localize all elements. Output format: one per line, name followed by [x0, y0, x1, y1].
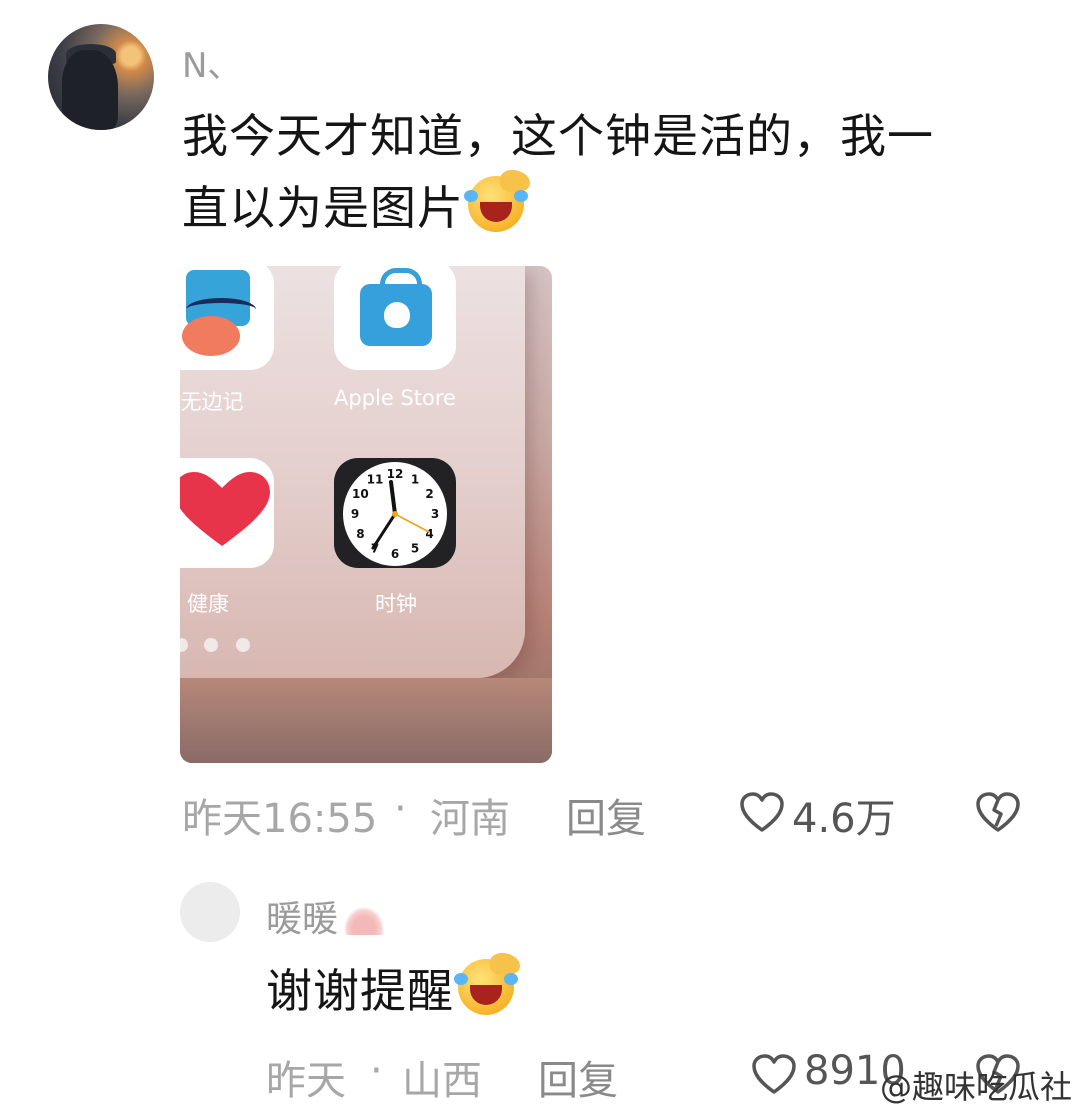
app-label-apple-store: Apple Store: [334, 386, 456, 410]
clock-numeral: 12: [387, 467, 404, 481]
comment-text-line-2: 直以为是图片: [182, 170, 1042, 244]
comment-time: 昨天16:55: [182, 796, 378, 842]
comment-text-line-2-words: 直以为是图片: [182, 181, 464, 235]
apple-store-app-icon: [334, 266, 456, 370]
reply-text-wrapper: 谢谢提醒: [266, 953, 520, 1027]
clock-numeral: 11: [367, 472, 384, 486]
user-avatar[interactable]: [48, 24, 154, 130]
clock-numeral: 9: [351, 507, 359, 521]
clock-numeral: 4: [425, 527, 433, 541]
home-screen-panel: 无边记 Apple Store 健康 12 1 2 3 4 5 6 7 8 9 10 11 时钟: [180, 266, 525, 678]
clock-app-icon: 12 1 2 3 4 5 6 7 8 9 10 11: [334, 458, 456, 568]
clock-numeral: 5: [411, 542, 419, 556]
clock-numeral: 1: [411, 472, 419, 486]
app-label-freeform: 无边记: [180, 390, 244, 414]
lotus-icon: [344, 907, 385, 935]
comment-username[interactable]: N、: [182, 38, 241, 87]
reply-reply-button[interactable]: 回复: [538, 1048, 618, 1106]
app-label-clock: 时钟: [375, 592, 417, 616]
reply-button[interactable]: 回复: [566, 786, 646, 844]
laughing-crying-emoji-icon: [454, 953, 520, 1015]
page-dot: [236, 638, 250, 652]
clock-numeral: 10: [352, 487, 369, 501]
blurred-dock: [180, 678, 552, 763]
comment-location: 河南: [430, 796, 510, 842]
health-app-icon: [180, 458, 274, 568]
broken-heart-icon[interactable]: [974, 790, 1022, 834]
app-label-health: 健康: [187, 592, 229, 616]
page-dot: [204, 638, 218, 652]
reply-time: 昨天: [266, 1058, 346, 1104]
clock-numeral: 8: [356, 527, 364, 541]
reply-meta-separator: ·: [370, 1048, 383, 1094]
comment-text-line-1: 我今天才知道，这个钟是活的，我一: [182, 109, 934, 163]
reply-user-avatar[interactable]: [180, 882, 240, 942]
page-dot: [180, 638, 188, 652]
clock-numeral: 3: [431, 507, 439, 521]
clock-face: 12 1 2 3 4 5 6 7 8 9 10 11: [343, 462, 447, 566]
reply-username-wrapper[interactable]: 暖暖: [266, 890, 385, 942]
comment-text: 我今天才知道，这个钟是活的，我一 直以为是图片: [182, 100, 1042, 244]
clock-numeral: 6: [391, 547, 399, 561]
heart-outline-icon[interactable]: [750, 1052, 798, 1096]
freeform-app-icon: [180, 266, 274, 370]
avatar-person: [62, 50, 118, 130]
clock-numeral: 2: [425, 487, 433, 501]
laughing-crying-emoji-icon: [464, 170, 530, 232]
heart-outline-icon[interactable]: [738, 790, 786, 834]
reply-location: 山西: [402, 1058, 482, 1104]
reply-username: 暖暖: [266, 899, 339, 940]
like-count: 4.6万: [792, 796, 896, 842]
meta-separator: ·: [394, 786, 407, 832]
watermark: @趣味吃瓜社: [880, 1068, 1073, 1106]
reply-text: 谢谢提醒: [266, 964, 454, 1018]
comment-image[interactable]: 无边记 Apple Store 健康 12 1 2 3 4 5 6 7 8 9 10 11 时钟: [180, 266, 552, 763]
